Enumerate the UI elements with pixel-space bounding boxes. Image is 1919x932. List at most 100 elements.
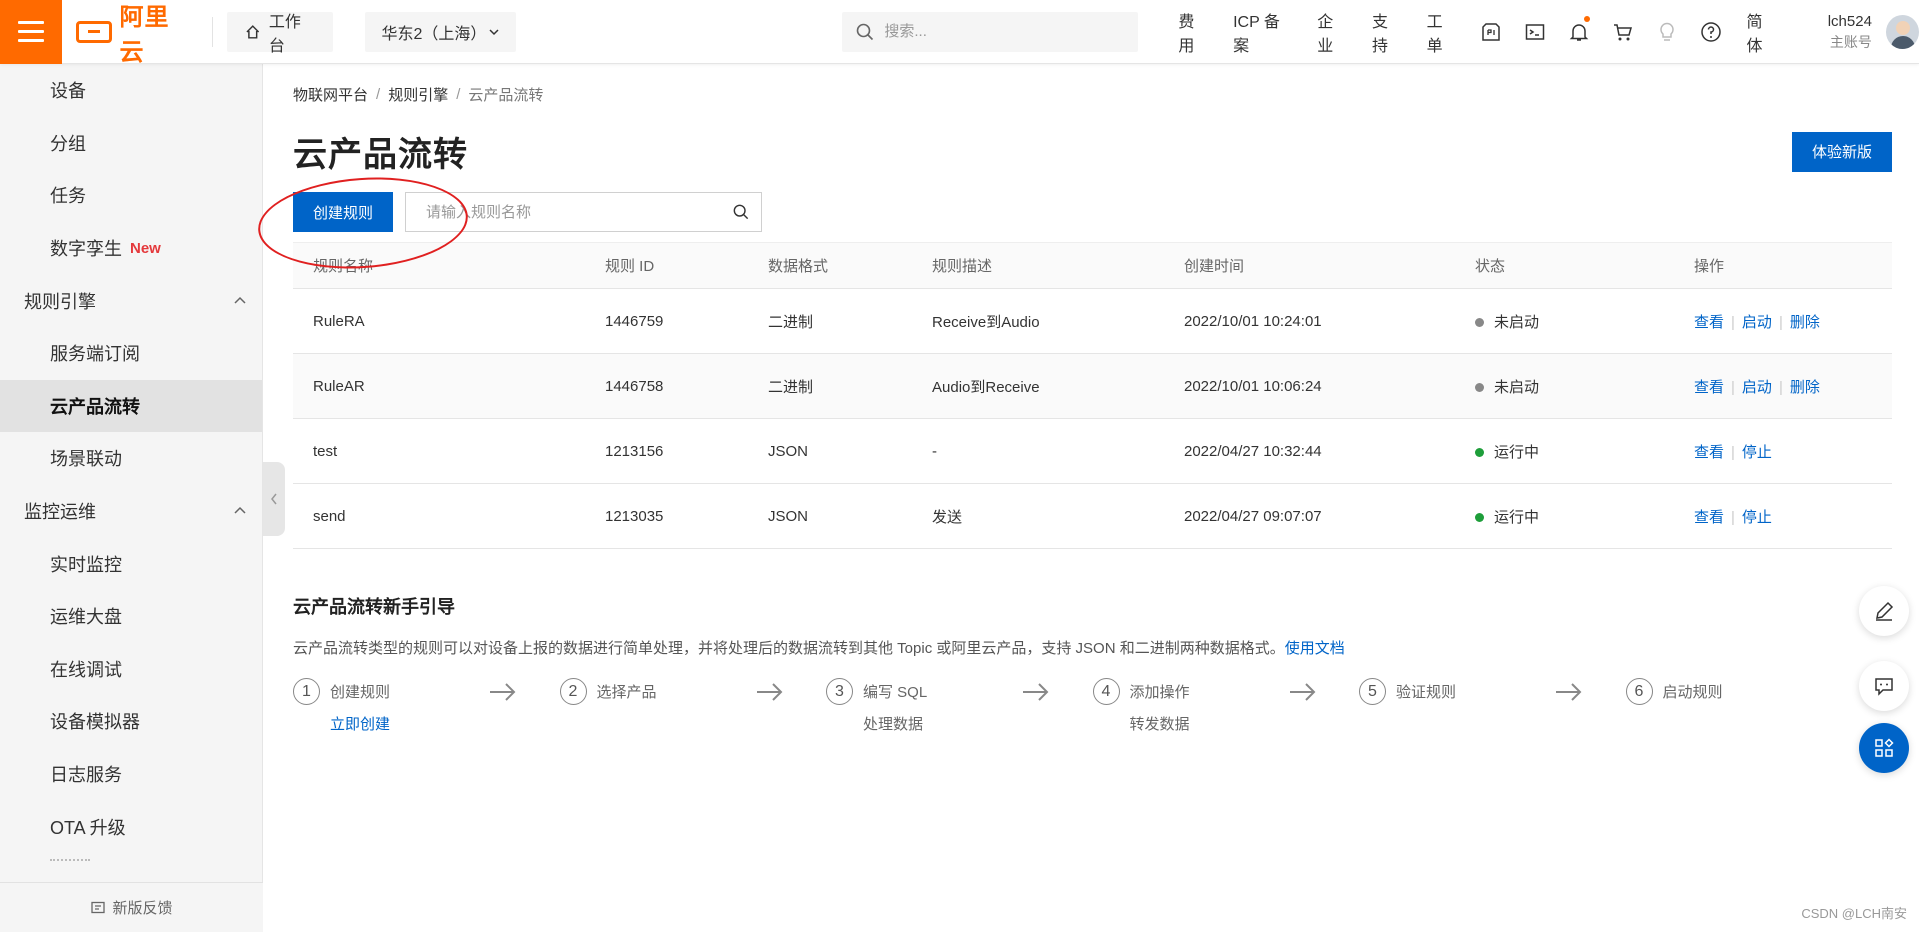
status-dot bbox=[1475, 383, 1484, 393]
chat-icon bbox=[1875, 678, 1893, 696]
pencil-icon bbox=[1876, 601, 1894, 621]
sidebar-item-devices[interactable]: 设备 bbox=[0, 64, 262, 117]
sidebar-item-ops-dashboard[interactable]: 运维大盘 bbox=[0, 590, 262, 643]
main-content: 物联网平台 / 规则引擎 / 云产品流转 云产品流转 体验新版 创建规则 规则名… bbox=[255, 64, 1892, 734]
rule-search-input[interactable] bbox=[426, 203, 734, 221]
workbench-button[interactable]: 工作台 bbox=[227, 11, 334, 55]
aliyun-logo-icon bbox=[76, 20, 112, 43]
rule-search[interactable] bbox=[405, 192, 763, 232]
sidebar-item-realtime-monitor[interactable]: 实时监控 bbox=[0, 537, 262, 590]
view-link[interactable]: 查看 bbox=[1694, 444, 1724, 461]
step-number: 1 bbox=[293, 678, 320, 705]
col-created-time: 创建时间 bbox=[1164, 242, 1455, 289]
delete-link[interactable]: 删除 bbox=[1790, 379, 1820, 396]
create-now-link[interactable]: 立即创建 bbox=[330, 713, 560, 734]
nav-icp[interactable]: ICP 备案 bbox=[1221, 8, 1305, 56]
chevron-left-icon bbox=[271, 493, 277, 505]
search-icon[interactable] bbox=[733, 204, 749, 220]
view-link[interactable]: 查看 bbox=[1694, 379, 1724, 396]
api-icon[interactable] bbox=[1469, 0, 1513, 64]
status-dot bbox=[1475, 513, 1484, 523]
apps-float-button[interactable] bbox=[1859, 723, 1909, 773]
sidebar-item-log-service[interactable]: 日志服务 bbox=[0, 748, 262, 801]
bell-icon[interactable] bbox=[1557, 0, 1601, 64]
guide-title: 云产品流转新手引导 bbox=[293, 597, 455, 617]
step-number: 6 bbox=[1625, 678, 1653, 705]
account-info[interactable]: lch524 主账号 bbox=[1828, 12, 1872, 52]
col-rule-name: 规则名称 bbox=[293, 242, 585, 289]
top-nav: 费用 ICP 备案 企业 支持 工单 bbox=[1166, 8, 1469, 56]
arrow-right-icon bbox=[1023, 683, 1049, 701]
nav-ticket[interactable]: 工单 bbox=[1415, 8, 1470, 56]
arrow-right-icon bbox=[1289, 683, 1315, 701]
status-dot bbox=[1475, 448, 1484, 458]
chevron-up-icon bbox=[234, 506, 246, 514]
nav-support[interactable]: 支持 bbox=[1360, 8, 1415, 56]
step-3: 3 编写 SQL 处理数据 bbox=[826, 678, 1093, 734]
sidebar-item-server-subscription[interactable]: 服务端订阅 bbox=[0, 327, 262, 380]
chat-float-button[interactable] bbox=[1859, 661, 1909, 711]
guide-steps: 1 创建规则 立即创建 2 选择产品 3 编写 SQL 处理数据 4 添加操作 转发数据… bbox=[293, 678, 1892, 734]
avatar[interactable] bbox=[1885, 14, 1919, 49]
col-actions: 操作 bbox=[1674, 242, 1892, 289]
stop-link[interactable]: 停止 bbox=[1742, 444, 1772, 461]
global-search-input[interactable] bbox=[884, 23, 1125, 40]
terminal-icon[interactable] bbox=[1513, 0, 1557, 64]
breadcrumb-rules[interactable]: 规则引擎 bbox=[388, 84, 448, 105]
view-link[interactable]: 查看 bbox=[1694, 314, 1724, 331]
delete-link[interactable]: 删除 bbox=[1790, 314, 1820, 331]
create-rule-button[interactable]: 创建规则 bbox=[293, 192, 394, 232]
status-cell: 未启动 bbox=[1455, 288, 1674, 354]
notification-dot bbox=[1583, 15, 1590, 22]
actions-cell: 查看 | 停止 bbox=[1674, 483, 1892, 549]
help-icon[interactable] bbox=[1689, 0, 1733, 64]
aliyun-logo[interactable]: 阿里云 bbox=[62, 0, 212, 66]
try-new-version-button[interactable]: 体验新版 bbox=[1791, 131, 1892, 172]
start-link[interactable]: 启动 bbox=[1742, 379, 1772, 396]
feedback-button[interactable]: 新版反馈 bbox=[0, 882, 263, 932]
col-status: 状态 bbox=[1455, 242, 1674, 289]
sidebar-item-groups[interactable]: 分组 bbox=[0, 117, 262, 170]
sidebar-item-online-debug[interactable]: 在线调试 bbox=[0, 643, 262, 696]
sidebar-group-ops[interactable]: 监控运维 bbox=[0, 485, 262, 538]
arrow-right-icon bbox=[1556, 683, 1582, 701]
lightbulb-icon[interactable] bbox=[1645, 0, 1689, 64]
breadcrumb-iot[interactable]: 物联网平台 bbox=[293, 84, 368, 105]
edit-float-button[interactable] bbox=[1859, 586, 1909, 636]
status-cell: 未启动 bbox=[1455, 353, 1674, 419]
start-link[interactable]: 启动 bbox=[1742, 314, 1772, 331]
region-select[interactable]: 华东2（上海） bbox=[365, 11, 517, 52]
step-number: 4 bbox=[1092, 678, 1120, 705]
actions-cell: 查看 | 停止 bbox=[1674, 418, 1892, 484]
chevron-down-icon bbox=[489, 28, 499, 35]
toolbar: 创建规则 bbox=[255, 170, 1892, 276]
sidebar-item-digital-twin[interactable]: 数字孪生 New bbox=[0, 222, 262, 275]
breadcrumb: 物联网平台 / 规则引擎 / 云产品流转 bbox=[293, 84, 544, 105]
apps-icon bbox=[1875, 738, 1894, 757]
sidebar-item-tasks[interactable]: 任务 bbox=[0, 169, 262, 222]
language-switch[interactable]: 简体 bbox=[1733, 8, 1792, 56]
table-row: RuleRA 1446759 二进制 Receive到Audio 2022/10… bbox=[293, 288, 1892, 354]
nav-enterprise[interactable]: 企业 bbox=[1305, 8, 1360, 56]
sidebar-group-rules[interactable]: 规则引擎 bbox=[0, 274, 262, 327]
cart-icon[interactable] bbox=[1601, 0, 1645, 64]
step-1: 1 创建规则 立即创建 bbox=[293, 678, 560, 734]
stop-link[interactable]: 停止 bbox=[1742, 509, 1772, 526]
sidebar-collapse-handle[interactable] bbox=[263, 462, 285, 536]
status-dot bbox=[1475, 318, 1484, 328]
status-cell: 运行中 bbox=[1455, 418, 1674, 484]
breadcrumb-current: 云产品流转 bbox=[468, 87, 544, 104]
menu-icon[interactable] bbox=[0, 0, 63, 64]
sidebar-item-ota[interactable]: OTA 升级 bbox=[0, 800, 262, 853]
arrow-right-icon bbox=[490, 683, 516, 701]
nav-billing[interactable]: 费用 bbox=[1166, 8, 1221, 56]
sidebar-item-cloud-forwarding[interactable]: 云产品流转 bbox=[0, 379, 262, 433]
doc-link[interactable]: 使用文档 bbox=[1285, 640, 1345, 657]
search-icon bbox=[857, 23, 874, 40]
table-row: send 1213035 JSON 发送 2022/04/27 09:07:07… bbox=[293, 483, 1892, 549]
view-link[interactable]: 查看 bbox=[1694, 509, 1724, 526]
global-search[interactable] bbox=[842, 11, 1139, 52]
page-title: 云产品流转 bbox=[293, 136, 468, 174]
sidebar-item-scene-linkage[interactable]: 场景联动 bbox=[0, 432, 262, 485]
sidebar-item-device-simulator[interactable]: 设备模拟器 bbox=[0, 695, 262, 748]
